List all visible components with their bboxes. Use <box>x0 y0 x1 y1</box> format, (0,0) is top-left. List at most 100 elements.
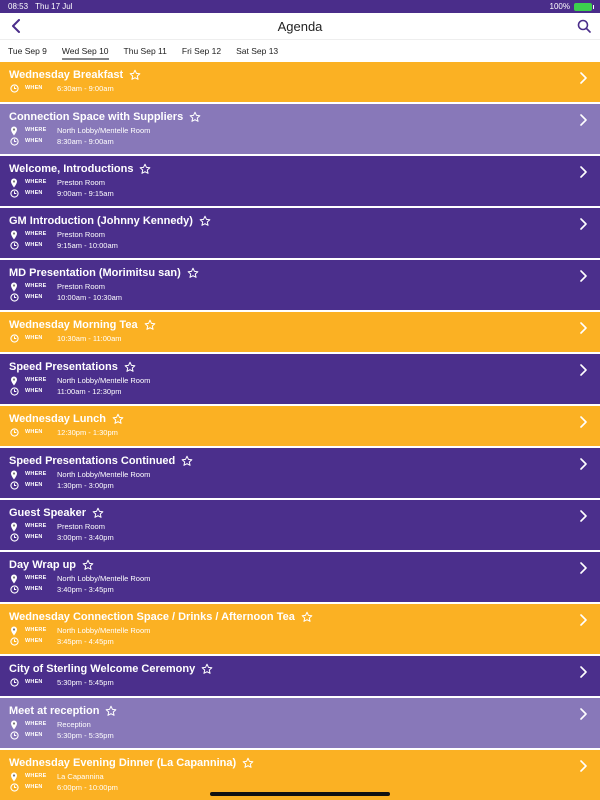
agenda-item-content: Speed Presentations Continued WHERE North … <box>9 455 579 491</box>
location-pin-icon <box>9 376 19 386</box>
location-pin-icon <box>9 574 19 584</box>
star-icon[interactable] <box>301 611 313 623</box>
agenda-item-header: Wednesday Evening Dinner (La Capannina) <box>9 757 579 769</box>
tab-date[interactable]: Wed Sep 10 <box>58 40 113 62</box>
agenda-item[interactable]: Welcome, Introductions WHERE Preston Room W… <box>0 156 600 208</box>
star-icon[interactable] <box>242 757 254 769</box>
search-icon <box>577 19 591 33</box>
agenda-item-when-row: WHEN 3:40pm - 3:45pm <box>9 584 579 595</box>
back-button[interactable] <box>8 18 24 34</box>
agenda-item-where-row: WHERE North Lobby/Mentelle Room <box>9 625 579 636</box>
agenda-item-title: MD Presentation (Morimitsu san) <box>9 267 181 279</box>
clock-icon <box>9 334 19 344</box>
star-icon[interactable] <box>144 319 156 331</box>
agenda-item-where-row: WHERE North Lobby/Mentelle Room <box>9 573 579 584</box>
where-label: WHERE <box>25 377 47 383</box>
agenda-item-time: 9:15am - 10:00am <box>57 241 118 250</box>
agenda-item[interactable]: Speed Presentations WHERE North Lobby/Ment… <box>0 354 600 406</box>
clock-icon <box>9 637 19 647</box>
agenda-item-where-row: WHERE La Capannina <box>9 771 579 782</box>
agenda-item-title: Meet at reception <box>9 705 100 717</box>
agenda-item-header: Guest Speaker <box>9 507 579 519</box>
agenda-item[interactable]: Wednesday Connection Space / Drinks / Af… <box>0 604 600 656</box>
agenda-item-when-row: WHEN 10:30am - 11:00am <box>9 333 579 344</box>
agenda-item-location: Preston Room <box>57 230 105 239</box>
agenda-item-content: Connection Space with Suppliers WHERE Nort… <box>9 111 579 147</box>
agenda-item-when-row: WHEN 3:45pm - 4:45pm <box>9 636 579 647</box>
agenda-item-time: 1:30pm - 3:00pm <box>57 481 114 490</box>
where-label: WHERE <box>25 179 47 185</box>
agenda-item[interactable]: MD Presentation (Morimitsu san) WHERE Pres… <box>0 260 600 312</box>
star-icon[interactable] <box>199 215 211 227</box>
agenda-item[interactable]: City of Sterling Welcome Ceremony WHEN 5:3… <box>0 656 600 698</box>
tab-date[interactable]: Fri Sep 12 <box>178 40 225 62</box>
star-icon[interactable] <box>82 559 94 571</box>
chevron-right-icon <box>579 364 591 376</box>
star-icon[interactable] <box>129 69 141 81</box>
agenda-item-content: Day Wrap up WHERE North Lobby/Mentelle Roo… <box>9 559 579 595</box>
star-icon[interactable] <box>181 455 193 467</box>
clock-icon <box>9 731 19 741</box>
agenda-item-content: Wednesday Morning Tea WHEN 10:30am - 11:00… <box>9 319 579 344</box>
star-icon[interactable] <box>189 111 201 123</box>
agenda-item[interactable]: Day Wrap up WHERE North Lobby/Mentelle Roo… <box>0 552 600 604</box>
when-label: WHEN <box>25 294 43 300</box>
agenda-item[interactable]: Wednesday Lunch WHEN 12:30pm - 1:30pm <box>0 406 600 448</box>
agenda-item-when-row: WHEN 10:00am - 10:30am <box>9 292 579 303</box>
agenda-item-title: Wednesday Breakfast <box>9 69 124 81</box>
where-label: WHERE <box>25 575 47 581</box>
agenda-item-title: Wednesday Lunch <box>9 413 106 425</box>
when-label: WHEN <box>25 534 43 540</box>
when-label: WHEN <box>25 638 43 644</box>
agenda-item-time: 11:00am - 12:30pm <box>57 387 122 396</box>
agenda-item-content: Speed Presentations WHERE North Lobby/Ment… <box>9 361 579 397</box>
agenda-item[interactable]: Connection Space with Suppliers WHERE Nort… <box>0 104 600 156</box>
agenda-item[interactable]: Meet at reception WHERE Reception WHEN 5:30p… <box>0 698 600 750</box>
agenda-item-header: Meet at reception <box>9 705 579 717</box>
agenda-item-time: 10:00am - 10:30am <box>57 293 123 302</box>
agenda-item-title: Connection Space with Suppliers <box>9 111 184 123</box>
agenda-item-title: Welcome, Introductions <box>9 163 134 175</box>
chevron-right-icon <box>579 218 591 230</box>
location-pin-icon <box>9 178 19 188</box>
agenda-item-where-row: WHERE North Lobby/Mentelle Room <box>9 375 579 386</box>
star-icon[interactable] <box>92 507 104 519</box>
agenda-item[interactable]: Speed Presentations Continued WHERE North … <box>0 448 600 500</box>
star-icon[interactable] <box>139 163 151 175</box>
where-label: WHERE <box>25 627 47 633</box>
agenda-item-when-row: WHEN 5:30pm - 5:45pm <box>9 677 579 688</box>
agenda-item-header: Speed Presentations <box>9 361 579 373</box>
agenda-item-when-row: WHEN 11:00am - 12:30pm <box>9 386 579 397</box>
when-label: WHEN <box>25 732 43 738</box>
agenda-item-header: Wednesday Connection Space / Drinks / Af… <box>9 611 579 623</box>
status-bar: 08:53 Thu 17 Jul 100% <box>0 0 600 13</box>
when-label: WHEN <box>25 335 43 341</box>
agenda-item[interactable]: Wednesday Morning Tea WHEN 10:30am - 11:00… <box>0 312 600 354</box>
star-icon[interactable] <box>187 267 199 279</box>
clock-icon <box>9 533 19 543</box>
agenda-item-time: 12:30pm - 1:30pm <box>57 428 118 437</box>
date-tabs: Tue Sep 9 Wed Sep 10 Thu Sep 11 Fri Sep 12 S… <box>0 40 600 62</box>
agenda-item-content: Guest Speaker WHERE Preston Room WHEN 3:00pm… <box>9 507 579 543</box>
star-icon[interactable] <box>112 413 124 425</box>
agenda-item[interactable]: Wednesday Breakfast WHEN 6:30am - 9:00am <box>0 62 600 104</box>
agenda-item[interactable]: GM Introduction (Johnny Kennedy) WHERE Pre… <box>0 208 600 260</box>
status-date: Thu 17 Jul <box>35 2 73 11</box>
search-button[interactable] <box>576 18 592 34</box>
agenda-item-where-row: WHERE Preston Room <box>9 521 579 532</box>
star-icon[interactable] <box>124 361 136 373</box>
location-pin-icon <box>9 126 19 136</box>
agenda-item-title: Wednesday Evening Dinner (La Capannina) <box>9 757 237 769</box>
star-icon[interactable] <box>201 663 213 675</box>
agenda-item-header: Welcome, Introductions <box>9 163 579 175</box>
tab-date[interactable]: Thu Sep 11 <box>120 40 171 62</box>
agenda-item-time: 3:45pm - 4:45pm <box>57 637 114 646</box>
tab-date[interactable]: Sat Sep 13 <box>232 40 282 62</box>
agenda-item[interactable]: Guest Speaker WHERE Preston Room WHEN 3:00pm… <box>0 500 600 552</box>
agenda-item-header: Day Wrap up <box>9 559 579 571</box>
agenda-item-content: GM Introduction (Johnny Kennedy) WHERE Pre… <box>9 215 579 251</box>
star-icon[interactable] <box>105 705 117 717</box>
location-pin-icon <box>9 282 19 292</box>
when-label: WHEN <box>25 85 43 91</box>
tab-date[interactable]: Tue Sep 9 <box>4 40 51 62</box>
